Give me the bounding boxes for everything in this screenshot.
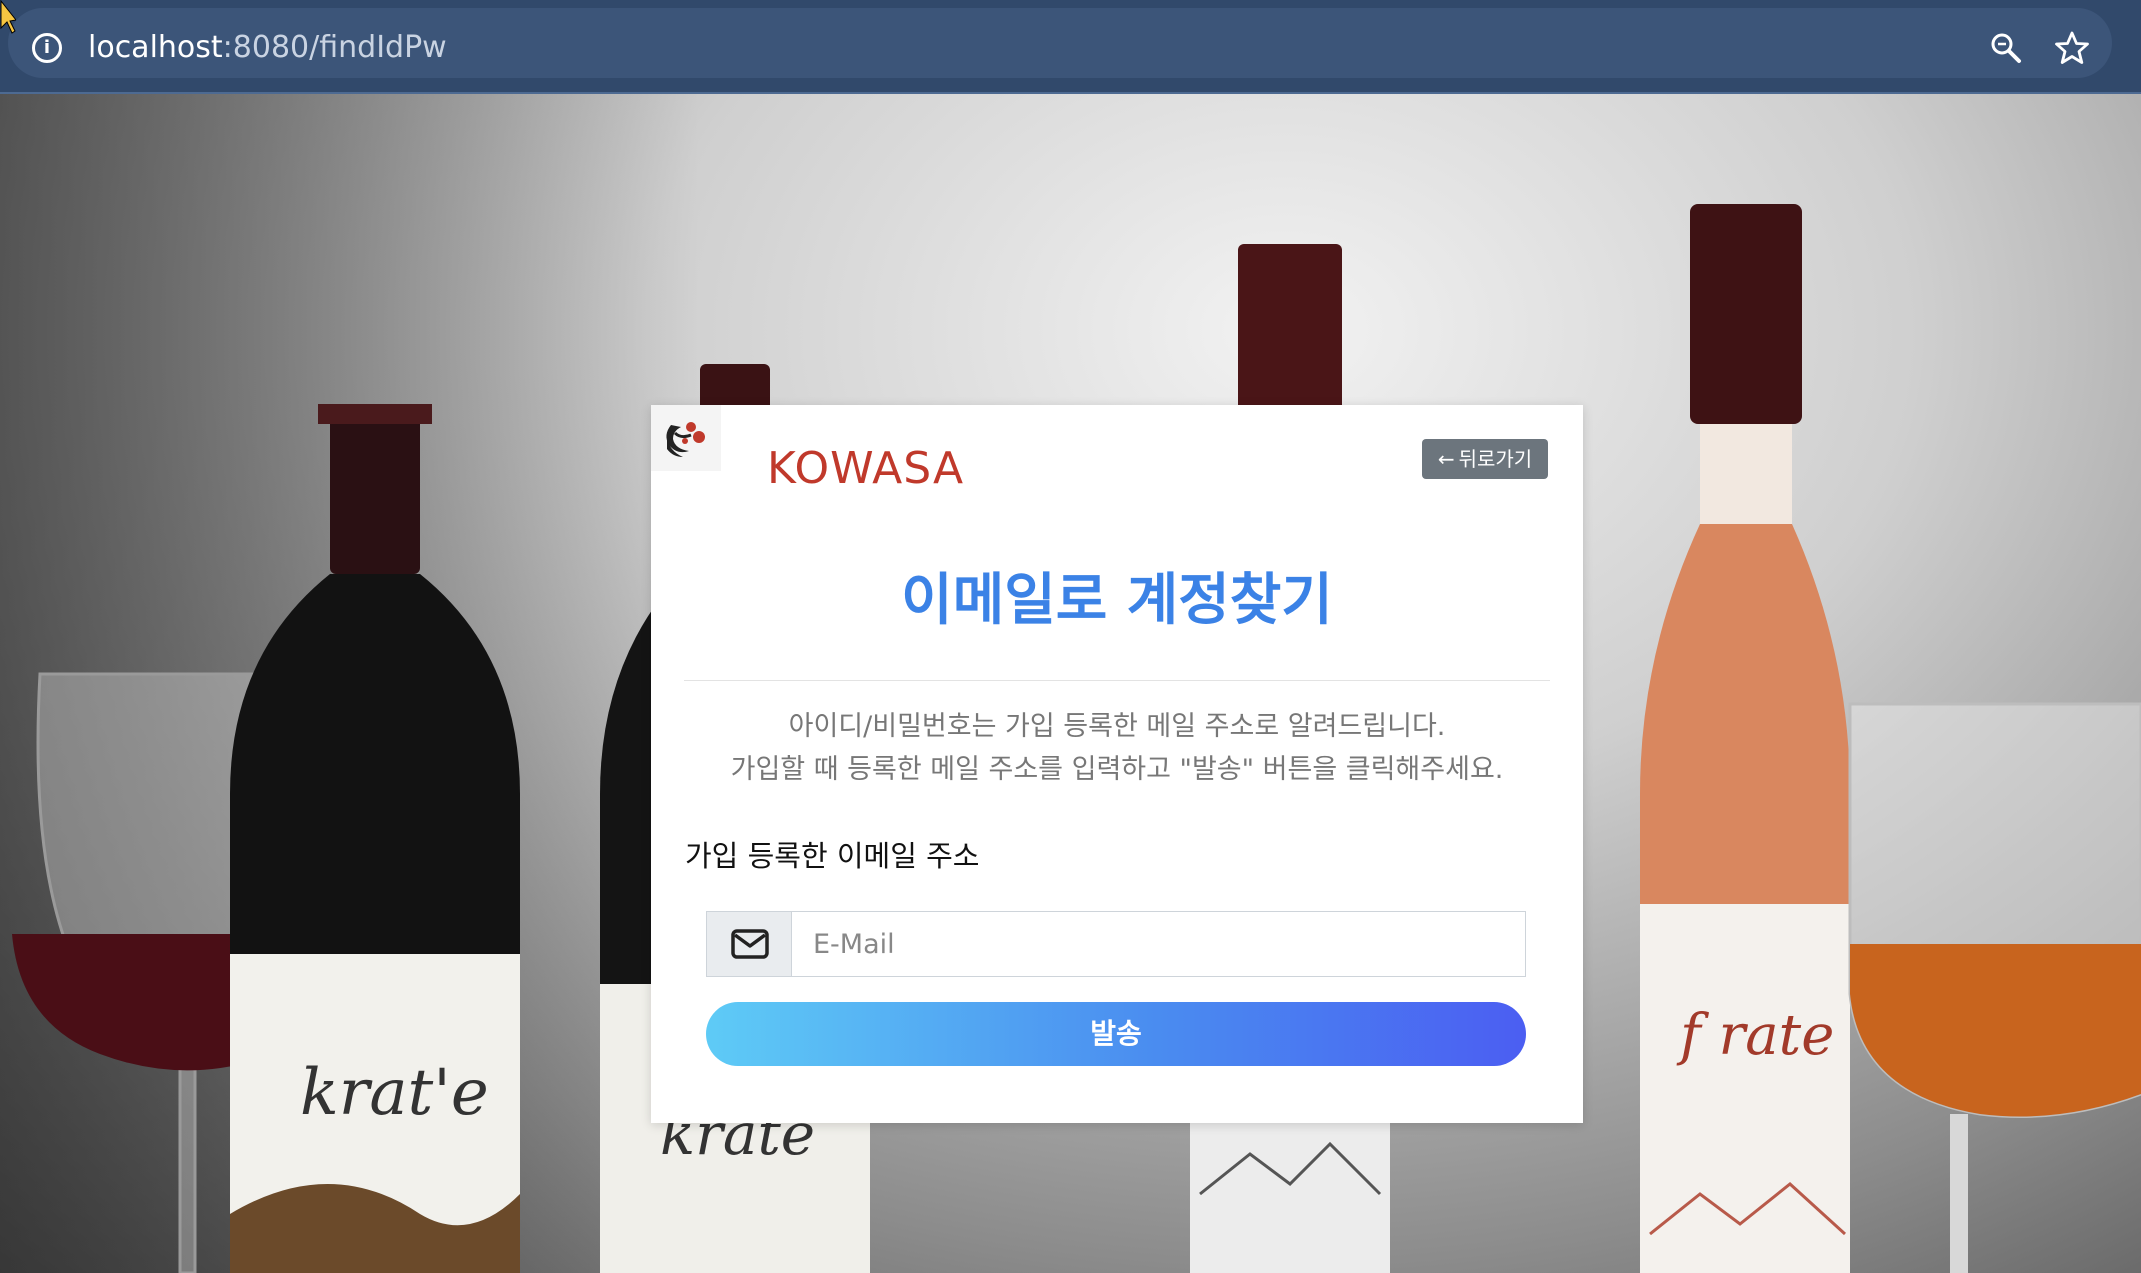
svg-text:krat'e: krat'e: [300, 1056, 489, 1130]
back-button-label: 뒤로가기: [1458, 447, 1533, 471]
arrow-left-icon: ←: [1437, 447, 1455, 471]
url-text[interactable]: localhost:8080/findIdPw: [88, 30, 447, 65]
url-host: localhost: [88, 30, 223, 65]
send-button[interactable]: 발송: [706, 1002, 1526, 1066]
svg-text:f rate: f rate: [1676, 1003, 1834, 1068]
bookmark-star-icon[interactable]: [2054, 30, 2090, 66]
page-title: 이메일로 계정찾기: [901, 568, 1333, 633]
email-addon: [707, 912, 792, 976]
kowasa-logo-icon: [651, 405, 721, 471]
description-line-2: 가입할 때 등록한 메일 주소를 입력하고 "발송" 버튼을 클릭해주세요.: [730, 754, 1504, 785]
description: 아이디/비밀번호는 가입 등록한 메일 주소로 알려드립니다. 가입할 때 등록…: [651, 705, 1583, 791]
browser-address-bar: i localhost:8080/findIdPw: [0, 0, 2141, 94]
brand-name: KOWASA: [767, 443, 965, 494]
mouse-cursor-icon: [0, 0, 16, 34]
email-field[interactable]: [792, 912, 1525, 976]
description-line-1: 아이디/비밀번호는 가입 등록한 메일 주소로 알려드립니다.: [788, 711, 1446, 742]
envelope-icon: [731, 929, 769, 959]
email-label: 가입 등록한 이메일 주소: [685, 839, 980, 873]
zoom-icon[interactable]: [1988, 30, 2024, 66]
background-wine-image: krat'e krate f rate KOWASA ← 뒤로가기 이메일로 계…: [0, 94, 2141, 1273]
info-icon[interactable]: i: [32, 33, 62, 63]
back-button[interactable]: ← 뒤로가기: [1422, 439, 1548, 479]
find-account-card: KOWASA ← 뒤로가기 이메일로 계정찾기 아이디/비밀번호는 가입 등록한 …: [651, 405, 1583, 1123]
omnibox[interactable]: i localhost:8080/findIdPw: [8, 8, 2112, 78]
url-path: :8080/findIdPw: [222, 30, 447, 65]
email-input-group: [706, 911, 1526, 977]
divider: [684, 680, 1550, 681]
